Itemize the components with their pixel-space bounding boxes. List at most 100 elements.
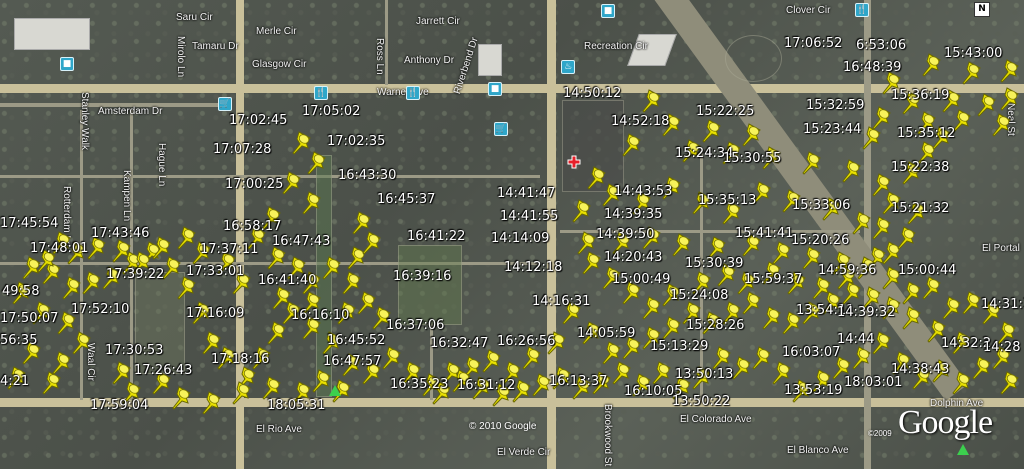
park-field xyxy=(398,245,462,325)
timestamp-label: 14:39:32 xyxy=(837,305,896,320)
timestamp-label: 15:22:38 xyxy=(891,160,950,175)
street-label: Warner Ave xyxy=(377,87,429,98)
yellow-pushpin-icon[interactable] xyxy=(570,198,596,224)
yellow-pushpin-icon[interactable] xyxy=(670,232,696,258)
yellow-pushpin-icon[interactable] xyxy=(895,225,921,251)
timestamp-label: 14:50:12 xyxy=(563,86,622,101)
yellow-pushpin-icon[interactable] xyxy=(960,60,986,86)
timestamp-label: 14:41:47 xyxy=(497,186,556,201)
brand-year: ©2009 xyxy=(868,429,892,438)
street-label: Tamaru Dr xyxy=(192,41,239,52)
timestamp-label: 15:30:39 xyxy=(685,256,744,271)
street-label: Recreation Cir xyxy=(584,41,648,52)
yellow-pushpin-icon[interactable] xyxy=(840,158,866,184)
timestamp-label: 14:16:31 xyxy=(532,294,591,309)
street-label: Anthony Dr xyxy=(404,55,455,66)
timestamp-label: 17:05:02 xyxy=(302,104,361,119)
timestamp-label: 15:00:44 xyxy=(898,263,957,278)
timestamp-label: 56:35 xyxy=(0,333,38,348)
satellite-map[interactable]: Saru Cir Tamaru Dr Mirolo Ln Merle Cir G… xyxy=(0,0,1024,469)
street-label: Kampen Ln xyxy=(121,170,132,222)
timestamp-label: 15:28:26 xyxy=(686,318,745,333)
recreation-icon[interactable]: ♨ xyxy=(561,60,575,74)
shopping-cart-icon[interactable]: 🛒 xyxy=(218,97,232,111)
street-label: Mirolo Ln xyxy=(175,36,186,78)
yellow-pushpin-icon[interactable] xyxy=(998,86,1024,112)
timestamp-label: 17:26:43 xyxy=(134,363,193,378)
timestamp-label: 18:05:31 xyxy=(267,398,326,413)
timestamp-label: 15:35:12 xyxy=(897,126,956,141)
street-label: Glasgow Cir xyxy=(252,59,307,70)
restaurant-icon[interactable]: 🍴 xyxy=(406,86,420,100)
yellow-pushpin-icon[interactable] xyxy=(40,370,66,396)
timestamp-label: 14:05:59 xyxy=(577,326,636,341)
timestamp-label: 16:31:12 xyxy=(457,378,516,393)
timestamp-label: 14:14:09 xyxy=(491,231,550,246)
yellow-pushpin-icon[interactable] xyxy=(998,58,1024,84)
yellow-pushpin-icon[interactable] xyxy=(170,385,196,411)
copyright-text: © 2010 Google xyxy=(469,421,537,432)
timestamp-label: 14:31:1 xyxy=(981,297,1024,312)
yellow-pushpin-icon[interactable] xyxy=(305,150,331,176)
yellow-pushpin-icon[interactable] xyxy=(920,52,946,78)
timestamp-label: 17:30:53 xyxy=(105,343,164,358)
street-label: El Rio Ave xyxy=(256,424,302,435)
timestamp-label: 17:52:10 xyxy=(71,302,130,317)
timestamp-label: 13:50:13 xyxy=(675,367,734,382)
timestamp-label: 16:26:56 xyxy=(497,334,556,349)
yellow-pushpin-icon[interactable] xyxy=(300,190,326,216)
yellow-pushpin-icon[interactable] xyxy=(175,225,201,251)
store-icon[interactable]: ■ xyxy=(488,82,502,96)
timestamp-label: 15:22:25 xyxy=(696,104,755,119)
yellow-pushpin-icon[interactable] xyxy=(870,215,896,241)
timestamp-label: 14:12:18 xyxy=(504,260,563,275)
yellow-pushpin-icon[interactable] xyxy=(265,320,291,346)
timestamp-label: 16:45:52 xyxy=(327,333,386,348)
mall-building xyxy=(478,44,502,76)
yellow-pushpin-icon[interactable] xyxy=(640,88,666,114)
shopping-cart-icon[interactable]: 🛒 xyxy=(494,122,508,136)
yellow-pushpin-icon[interactable] xyxy=(200,390,226,416)
yellow-pushpin-icon[interactable] xyxy=(998,370,1024,396)
timestamp-label: 17:39:22 xyxy=(106,267,165,282)
timestamp-label: 15:21:32 xyxy=(891,201,950,216)
store-icon[interactable]: ■ xyxy=(601,4,615,18)
yellow-pushpin-icon[interactable] xyxy=(990,112,1016,138)
yellow-pushpin-icon[interactable] xyxy=(810,275,836,301)
timestamp-label: 15:32:59 xyxy=(806,98,865,113)
restaurant-icon[interactable]: 🍴 xyxy=(855,3,869,17)
yellow-pushpin-icon[interactable] xyxy=(110,238,136,264)
timestamp-label: 16:32:47 xyxy=(430,336,489,351)
camera-marker-icon[interactable] xyxy=(957,444,969,455)
google-logo: Google xyxy=(898,404,993,441)
timestamp-label: 17:50:07 xyxy=(0,311,59,326)
store-icon[interactable]: ■ xyxy=(60,57,74,71)
yellow-pushpin-icon[interactable] xyxy=(800,150,826,176)
yellow-pushpin-icon[interactable] xyxy=(350,210,376,236)
camera-marker-icon[interactable] xyxy=(329,385,341,396)
street-label: El Verde Cir xyxy=(497,447,551,458)
timestamp-label: 17:18:16 xyxy=(211,352,270,367)
timestamp-label: 16:35:23 xyxy=(390,377,449,392)
timestamp-label: 15:33:06 xyxy=(792,198,851,213)
north-indicator[interactable]: N xyxy=(974,2,990,17)
timestamp-label: 16:13:37 xyxy=(549,374,608,389)
timestamp-label: 17:59:04 xyxy=(90,398,149,413)
timestamp-label: 49:58 xyxy=(2,284,40,299)
timestamp-label: 17:02:35 xyxy=(327,134,386,149)
timestamp-label: 16:45:37 xyxy=(377,192,436,207)
timestamp-label: 17:33:01 xyxy=(186,264,245,279)
timestamp-label: 17:43:46 xyxy=(91,226,150,241)
yellow-pushpin-icon[interactable] xyxy=(620,132,646,158)
timestamp-label: 16:43:30 xyxy=(338,168,397,183)
timestamp-label: 16:39:16 xyxy=(393,269,452,284)
timestamp-label: 16:48:39 xyxy=(843,60,902,75)
timestamp-label: 14:39:50 xyxy=(596,227,655,242)
restaurant-icon[interactable]: 🍴 xyxy=(314,86,328,100)
timestamp-label: 17:00:25 xyxy=(225,177,284,192)
timestamp-label: 15:59:37 xyxy=(744,272,803,287)
yellow-pushpin-icon[interactable] xyxy=(860,125,886,151)
current-location-marker[interactable] xyxy=(567,154,581,169)
yellow-pushpin-icon[interactable] xyxy=(230,380,256,406)
timestamp-label: 15:13:29 xyxy=(650,339,709,354)
